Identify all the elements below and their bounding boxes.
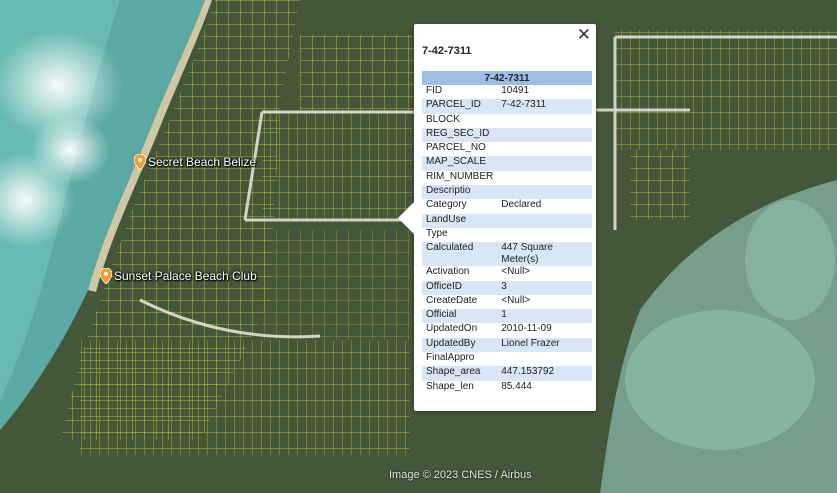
attribute-label: FinalAppro <box>426 352 475 364</box>
attribute-row: LandUse <box>422 213 592 228</box>
attribute-label: Type <box>426 227 448 239</box>
popup-pointer <box>398 202 414 234</box>
attribute-value <box>497 114 592 128</box>
feature-popup: ✕ 7-42-7311 7-42-7311 FID 10491 PARCEL_ID 7… <box>398 24 596 411</box>
attribute-value: 3 <box>497 280 592 295</box>
attribute-row: Calculated 447 Square Meter(s) <box>422 242 592 267</box>
attribute-row: UpdatedBy Lionel Frazer <box>422 337 592 353</box>
lagoon <box>745 200 835 320</box>
attribute-row: Type <box>422 228 592 242</box>
attribute-value <box>497 228 592 242</box>
parcel-grid <box>630 150 690 220</box>
attribute-value <box>497 127 592 143</box>
attribute-label: MAP_SCALE <box>422 156 498 171</box>
attribute-label: BLOCK <box>426 113 460 125</box>
cloud <box>30 115 110 185</box>
attribute-label: Activation <box>426 266 470 278</box>
attribute-row: FinalAppro <box>422 352 592 366</box>
attribute-value: 10491 <box>501 85 530 96</box>
attribute-label: PARCEL_ID <box>422 99 498 114</box>
attribute-row: Category Declared <box>422 199 592 213</box>
place-label: Secret Beach Belize <box>148 155 257 169</box>
parcel-grid <box>262 110 412 220</box>
attribute-value: 2010-11-09 <box>501 323 552 335</box>
attribute-value: 85.444 <box>501 380 532 392</box>
attribute-label: RIM_NUMBER <box>426 170 494 182</box>
place-sunset-palace[interactable]: Sunset Palace Beach Club <box>100 268 257 284</box>
attribute-value <box>497 142 592 156</box>
parcel-grid <box>615 30 837 150</box>
attribute-label: Shape_area <box>422 366 498 381</box>
attribute-value: Declared <box>501 199 542 211</box>
attribute-row: Official 1 <box>422 309 592 324</box>
attribute-label: Official <box>422 309 498 324</box>
attribute-label: UpdatedOn <box>426 323 478 335</box>
attribute-row: FID 10491 <box>422 85 592 99</box>
parcel-grid <box>260 230 410 340</box>
attribute-row: BLOCK <box>422 114 592 128</box>
attribute-row: RIM_NUMBER <box>422 171 592 185</box>
attribute-row: MAP_SCALE <box>422 156 592 171</box>
attribute-row: CreateDate <Null> <box>422 295 592 309</box>
attribute-row: Shape_len 85.444 <box>422 381 592 395</box>
attribute-value: 447 Square Meter(s) <box>497 242 592 267</box>
attribute-row: PARCEL_NO <box>422 142 592 156</box>
map-attribution: Image © 2023 CNES / Airbus <box>389 469 532 481</box>
attribute-value: <Null> <box>501 294 531 306</box>
attribute-value <box>497 213 592 228</box>
attribute-value <box>497 171 592 185</box>
attribute-row: Shape_area 447.153792 <box>422 366 592 381</box>
parcel-grid <box>80 340 410 455</box>
attribute-table: 7-42-7311 FID 10491 PARCEL_ID 7-42-7311 BLOC… <box>422 71 592 395</box>
attribute-label: CreateDate <box>426 294 478 306</box>
attribute-label: Descriptio <box>422 185 498 200</box>
attribute-value: 1 <box>497 309 592 324</box>
attribute-row: Activation <Null> <box>422 266 592 280</box>
attribute-row: OfficeID 3 <box>422 280 592 295</box>
attribute-row: PARCEL_ID 7-42-7311 <box>422 99 592 114</box>
attribute-value <box>497 352 592 366</box>
parcel-grid <box>300 35 415 110</box>
lagoon <box>625 310 815 450</box>
place-label: Sunset Palace Beach Club <box>114 269 257 283</box>
attribute-value: 7-42-7311 <box>497 99 592 114</box>
place-secret-beach[interactable]: Secret Beach Belize <box>134 154 256 170</box>
attribute-label: OfficeID <box>422 280 498 295</box>
attribute-row: Descriptio <box>422 185 592 200</box>
attribute-label: Category <box>426 199 467 211</box>
attribute-value: <Null> <box>501 266 531 278</box>
attribute-row: UpdatedOn 2010-11-09 <box>422 323 592 337</box>
attribute-row: REG_SEC_ID <box>422 127 592 143</box>
attribute-value <box>497 185 592 200</box>
place-pin-icon <box>134 154 146 170</box>
attribute-label: Calculated <box>422 242 498 267</box>
attribute-label: LandUse <box>422 213 498 228</box>
attribute-value: Lionel Frazer <box>497 337 592 353</box>
attribute-value <box>497 156 592 171</box>
attribute-label: FID <box>426 85 443 96</box>
close-icon[interactable]: ✕ <box>577 26 591 44</box>
attribute-value: 447.153792 <box>497 366 592 381</box>
attribute-label: UpdatedBy <box>422 337 498 353</box>
attribute-label: Shape_len <box>426 380 474 392</box>
popup-title: 7-42-7311 <box>422 45 472 57</box>
attribute-label: REG_SEC_ID <box>422 127 498 143</box>
attribute-label: PARCEL_NO <box>426 142 486 154</box>
attribute-table-header: 7-42-7311 <box>422 71 592 85</box>
place-pin-icon <box>100 268 112 284</box>
